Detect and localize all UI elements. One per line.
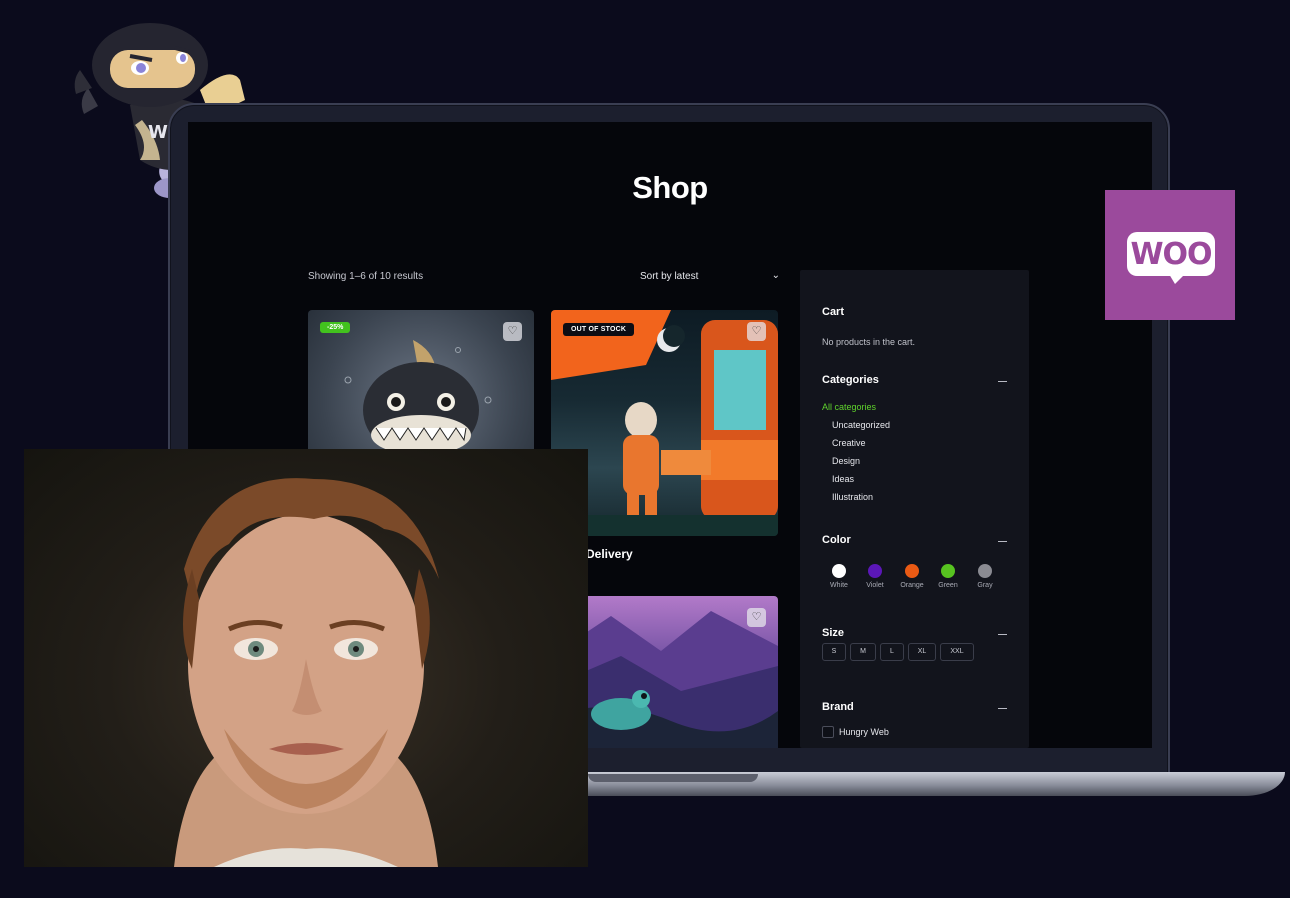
cart-empty-text: No products in the cart. [822, 337, 916, 347]
shop-sidebar: Cart No products in the cart. Categories… [800, 270, 1029, 748]
color-swatch-green[interactable] [941, 564, 955, 578]
collapse-categories-icon[interactable] [998, 381, 1007, 382]
color-heading: Color [822, 534, 851, 546]
size-heading: Size [822, 627, 845, 639]
chevron-down-icon: ⌄ [771, 270, 780, 281]
category-all[interactable]: All categories [822, 402, 876, 412]
portrait-illustration [174, 478, 439, 867]
results-count: Showing 1–6 of 10 results [308, 271, 424, 282]
collapse-brand-icon[interactable] [998, 708, 1007, 709]
collapse-color-icon[interactable] [998, 541, 1007, 542]
sort-dropdown[interactable]: Sort by latest ⌄ [640, 270, 780, 282]
portrait-photo [24, 449, 588, 867]
color-label-violet: Violet [866, 582, 884, 589]
wishlist-heart-icon[interactable]: ♡ [747, 322, 766, 341]
color-label-green: Green [938, 582, 958, 589]
category-creative[interactable]: Creative [832, 438, 866, 448]
wishlist-heart-icon[interactable]: ♡ [747, 608, 766, 627]
wishlist-heart-icon[interactable]: ♡ [503, 322, 522, 341]
sale-badge: -25% [320, 322, 351, 333]
category-ideas[interactable]: Ideas [832, 474, 854, 484]
size-option-l[interactable]: L [880, 643, 904, 661]
brand-checkbox[interactable] [822, 726, 834, 738]
categories-heading: Categories [822, 374, 879, 386]
woo-logo-text: WOO [1130, 237, 1212, 272]
color-swatch-white[interactable] [832, 564, 846, 578]
woo-logo-tail [1169, 274, 1185, 284]
out-of-stock-badge: OUT OF STOCK [563, 323, 635, 336]
color-swatch-gray[interactable] [978, 564, 992, 578]
page-title: Shop [632, 170, 708, 205]
color-label-orange: Orange [900, 582, 924, 589]
product-title[interactable]: Delivery [586, 547, 633, 561]
sort-label: Sort by latest [640, 271, 699, 282]
woocommerce-logo: WOO [1105, 190, 1235, 320]
category-illustration[interactable]: Illustration [832, 492, 873, 502]
category-uncategorized[interactable]: Uncategorized [832, 420, 890, 430]
size-option-xxl[interactable]: XXL [940, 643, 974, 661]
size-option-xl[interactable]: XL [908, 643, 936, 661]
color-label-gray: Gray [977, 582, 993, 589]
color-swatch-violet[interactable] [868, 564, 882, 578]
brand-label: Hungry Web [839, 727, 889, 737]
cart-heading: Cart [822, 306, 845, 318]
size-option-s[interactable]: S [822, 643, 846, 661]
color-label-white: White [830, 582, 848, 589]
color-swatch-orange[interactable] [905, 564, 919, 578]
collapse-size-icon[interactable] [998, 634, 1007, 635]
svg-text:W: W [148, 122, 168, 143]
size-option-m[interactable]: M [850, 643, 876, 661]
laptop-base-notch [588, 774, 758, 782]
category-design[interactable]: Design [832, 456, 860, 466]
brand-heading: Brand [822, 701, 854, 713]
